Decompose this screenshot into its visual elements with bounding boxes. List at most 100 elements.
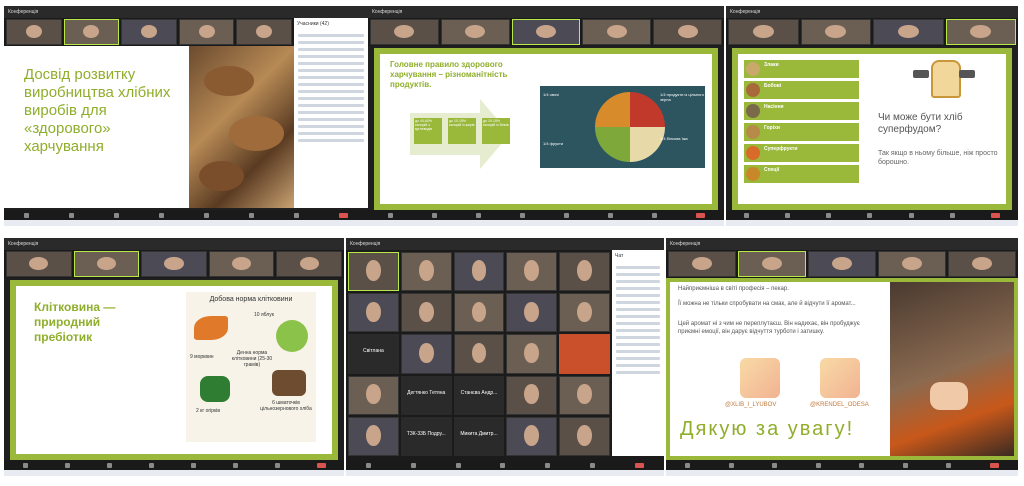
video-tile[interactable]	[506, 293, 558, 333]
video-tile[interactable]	[6, 19, 62, 45]
video-tile[interactable]	[668, 251, 736, 277]
list-item: Горіхи	[764, 125, 780, 131]
window-title: Конференція	[346, 238, 664, 250]
taskbar	[4, 470, 344, 476]
screenshot-panel-3: Конференція Злаки Бобові Насіння Горіхи …	[726, 6, 1018, 226]
slide-content: Найприємніша в світі професія – пекар. Ї…	[670, 282, 890, 456]
video-tile[interactable]	[121, 19, 177, 45]
video-tile[interactable]	[400, 334, 452, 374]
window-title: Конференція	[368, 6, 724, 18]
video-tile[interactable]	[348, 252, 399, 292]
video-tile[interactable]	[348, 375, 399, 415]
video-tile[interactable]	[63, 19, 120, 45]
window-title: Конференція	[666, 238, 1018, 250]
video-tile[interactable]	[878, 251, 946, 277]
video-tile[interactable]	[559, 293, 610, 333]
participant-name: Микита Дмитр...	[460, 430, 498, 437]
video-tile[interactable]	[348, 416, 399, 456]
video-tile[interactable]: Світлана	[348, 334, 399, 374]
video-tile[interactable]	[453, 293, 505, 333]
superfood-list: Злаки Бобові Насіння Горіхи Суперфрукти …	[744, 60, 859, 186]
video-tile[interactable]	[453, 334, 505, 374]
participants-panel: Учасники (42)	[294, 18, 368, 208]
instagram-handle[interactable]: @XLIB_I_LYUBOV	[725, 402, 776, 408]
video-tile[interactable]: Микита Дмитр...	[453, 416, 505, 456]
video-tile[interactable]	[73, 251, 140, 277]
window-title: Конференція	[4, 238, 344, 250]
video-tile[interactable]	[728, 19, 799, 45]
screenshot-panel-4: Конференція Клітковина — природний пребі…	[4, 238, 344, 476]
slide-text: Найприємніша в світі професія – пекар.	[678, 286, 789, 292]
video-tile[interactable]: Станєва Андр...	[453, 375, 505, 415]
bread-image	[189, 46, 294, 208]
video-tile[interactable]	[653, 19, 722, 45]
video-strip	[4, 18, 294, 46]
video-tile[interactable]	[873, 19, 944, 45]
video-strip	[666, 250, 1018, 278]
toast-mascot	[913, 58, 975, 103]
slide: Досвід розвитку виробництва хлібних виро…	[4, 46, 294, 208]
instagram-handle[interactable]: @KRENDEL_ODESA	[810, 402, 869, 408]
video-tile[interactable]	[348, 293, 399, 333]
video-tile[interactable]	[440, 19, 510, 45]
taskbar	[346, 470, 664, 476]
video-tile[interactable]	[559, 375, 610, 415]
list-item: Суперфрукти	[764, 146, 798, 152]
video-tile[interactable]	[948, 251, 1016, 277]
video-tile[interactable]	[559, 252, 610, 292]
slide-title: Досвід розвитку виробництва хлібних виро…	[24, 66, 171, 155]
fiber-label: 10 яблук	[254, 312, 274, 318]
video-strip	[726, 18, 1018, 46]
cucumber-image	[200, 376, 230, 402]
video-tile[interactable]	[208, 251, 275, 277]
video-tile[interactable]	[506, 252, 558, 292]
plate-label: 1/4 продукти із цільного зерна	[660, 92, 704, 102]
video-tile[interactable]	[400, 293, 452, 333]
list-item: Насіння	[764, 104, 784, 110]
ratio-box: до 40-60% калорій з вуглеводів	[414, 118, 442, 144]
answer-text: Так якщо в ньому більше, ніж просто боро…	[878, 150, 998, 166]
plate-label: 1/4 білкова їжа	[660, 136, 688, 141]
meeting-controls	[346, 460, 664, 470]
video-tile[interactable]	[582, 19, 652, 45]
slide-title: Головне правило здорового харчування – р…	[390, 60, 508, 89]
participants-header: Учасники (42)	[297, 21, 329, 27]
taskbar	[726, 220, 1018, 226]
meeting-controls	[4, 460, 344, 470]
video-tile[interactable]	[236, 19, 292, 45]
video-tile[interactable]	[276, 251, 342, 277]
video-strip	[368, 18, 724, 46]
video-tile[interactable]	[506, 375, 558, 415]
box-title: Добова норма клітковини	[209, 296, 293, 303]
chat-header: Чат	[615, 253, 624, 259]
video-tile[interactable]: Дегтянко Тетяна	[400, 375, 452, 415]
participant-name: Дегтянко Тетяна	[407, 389, 446, 396]
video-tile[interactable]	[370, 19, 439, 45]
plate-label: 1/4 фрукти	[543, 141, 564, 146]
plate-label: 1/4 овочі	[543, 92, 560, 97]
screenshot-panel-1: Конференція Досвід розвитку виробництва …	[4, 6, 368, 226]
daily-norm: Денна норма клітковини (25-30 грамів)	[231, 350, 273, 368]
video-tile[interactable]	[559, 416, 610, 456]
video-tile[interactable]: ТЗК-33Б Подру...	[400, 416, 452, 456]
video-tile[interactable]	[506, 416, 558, 456]
taskbar	[666, 470, 1018, 476]
video-tile[interactable]	[738, 251, 806, 277]
video-tile[interactable]	[453, 252, 505, 292]
video-tile[interactable]	[800, 19, 871, 45]
video-strip	[4, 250, 344, 278]
video-tile[interactable]	[506, 334, 558, 374]
bread-image	[272, 370, 306, 396]
apple-image	[276, 320, 308, 352]
slide-text: Цей аромат ні з чим не переплутаєш. Він …	[678, 321, 860, 335]
video-tile[interactable]	[178, 19, 235, 45]
video-tile[interactable]	[141, 251, 207, 277]
video-tile[interactable]	[400, 252, 452, 292]
video-tile[interactable]	[945, 19, 1016, 45]
meeting-controls	[368, 210, 724, 220]
video-tile[interactable]	[808, 251, 876, 277]
video-tile[interactable]	[511, 19, 581, 45]
video-tile[interactable]	[6, 251, 72, 277]
video-tile[interactable]	[559, 334, 610, 374]
thanks-text: Дякую за увагу!	[680, 418, 855, 440]
